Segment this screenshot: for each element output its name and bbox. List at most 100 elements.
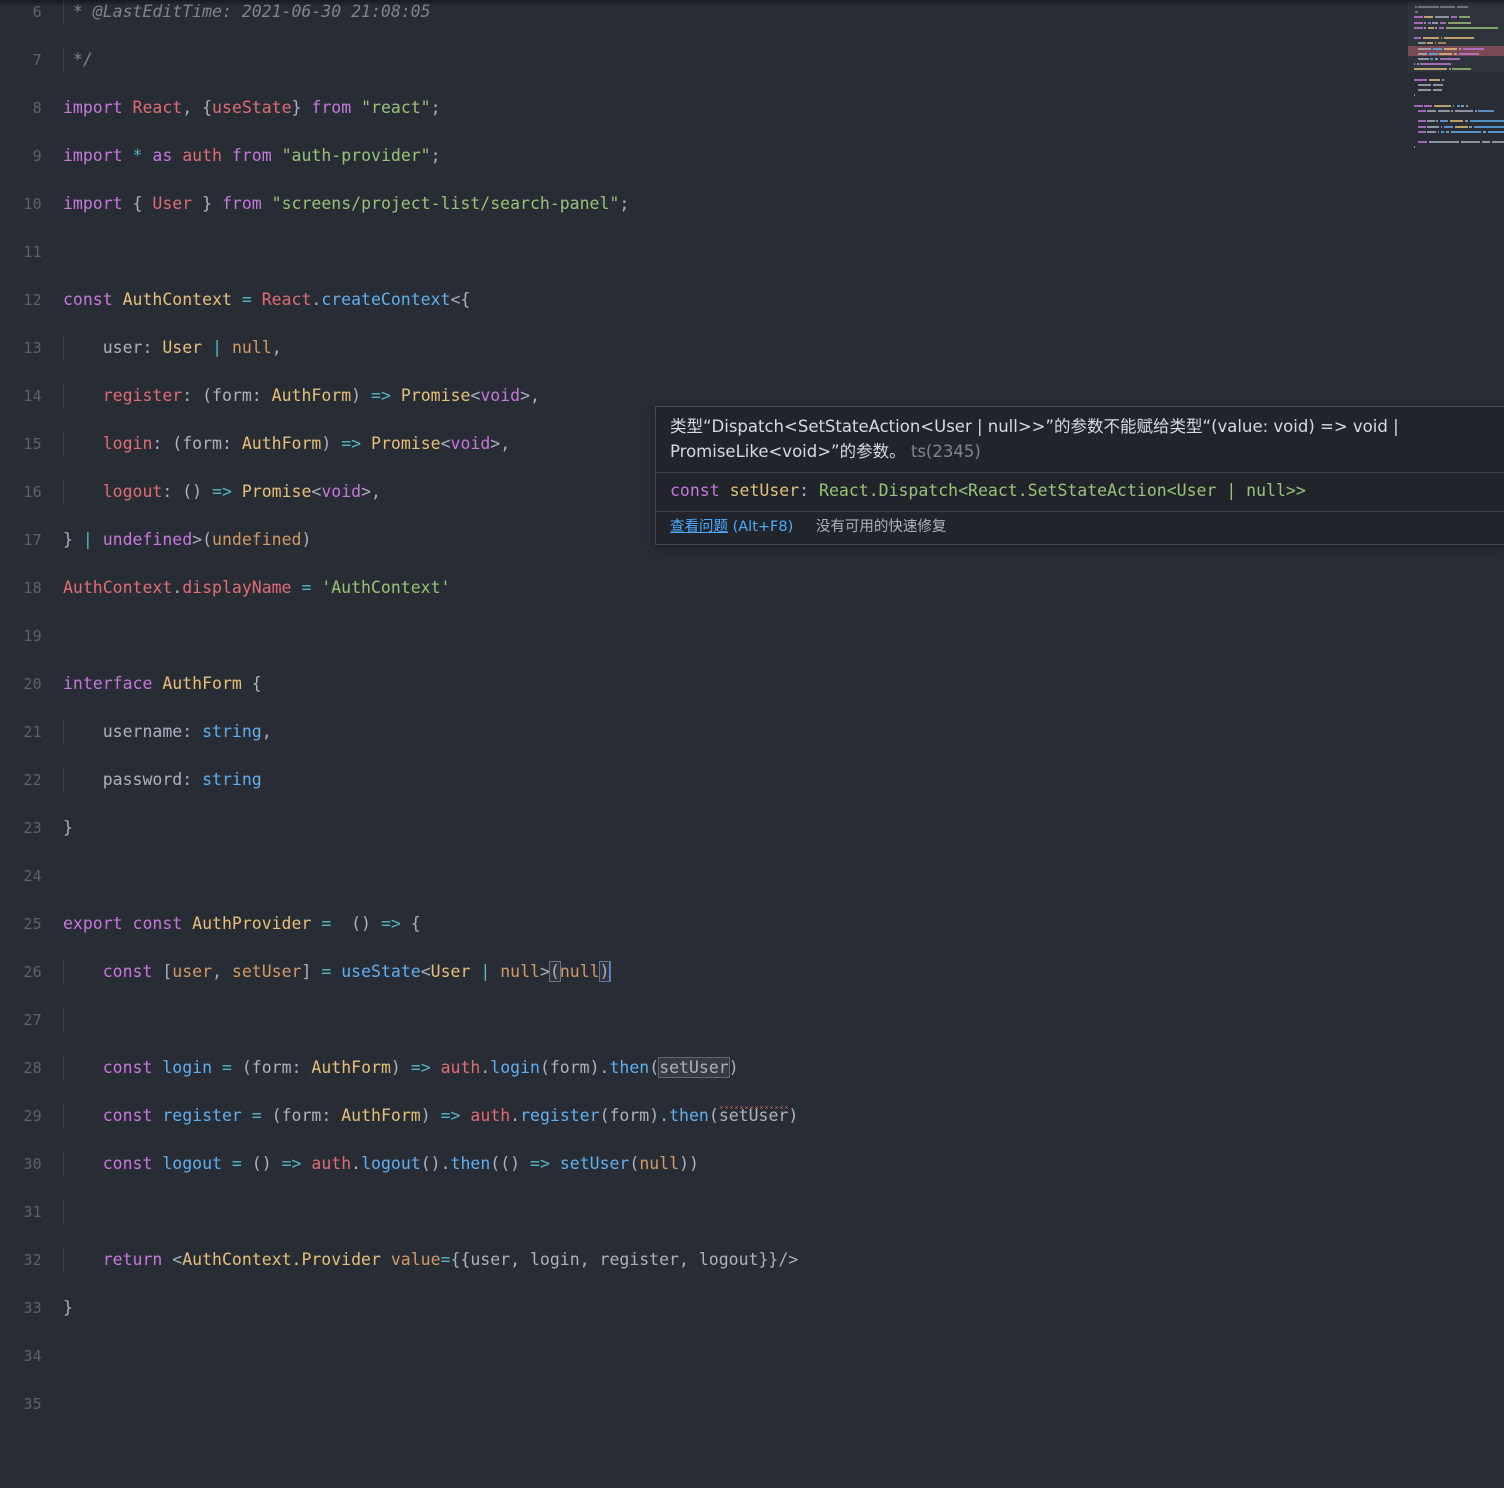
tooltip-message: 类型“Dispatch<SetStateAction<User | null>>…: [656, 407, 1504, 472]
line-number: 27: [23, 1011, 42, 1029]
code-line[interactable]: 7 */: [0, 48, 1504, 72]
line-number: 18: [23, 579, 42, 597]
code-line-active[interactable]: 26 const [user, setUser] = useState<User…: [0, 960, 1504, 984]
code-line[interactable]: 33 }: [0, 1296, 1504, 1320]
code-line[interactable]: 29 const register = (form: AuthForm) => …: [0, 1104, 1504, 1128]
line-content: import React, {useState} from "react";: [63, 98, 441, 117]
line-content: }: [63, 1298, 73, 1317]
code-line[interactable]: 14 register: (form: AuthForm) => Promise…: [0, 384, 1504, 408]
line-content: import * as auth from "auth-provider";: [63, 146, 441, 165]
minimap[interactable]: [1408, 0, 1504, 761]
code-lines-container[interactable]: 6 * @LastEditTime: 2021-06-30 21:08:05 7…: [0, 0, 1504, 1413]
code-line[interactable]: 20 interface AuthForm {: [0, 672, 1504, 696]
line-number: 29: [23, 1107, 42, 1125]
line-number: 11: [23, 243, 42, 261]
view-problem-link[interactable]: 查看问题: [670, 519, 728, 535]
signature-type: React.Dispatch<React.SetStateAction<User…: [819, 481, 1306, 500]
code-line[interactable]: 24: [0, 864, 1504, 888]
line-number: 22: [23, 771, 42, 789]
line-content: register: (form: AuthForm) => Promise<vo…: [102, 386, 540, 405]
code-line[interactable]: 25 export const AuthProvider = () => {: [0, 912, 1504, 936]
line-number: 30: [23, 1155, 42, 1173]
line-content: }: [63, 818, 73, 837]
line-number: 10: [23, 195, 42, 213]
line-content: const [user, setUser] = useState<User | …: [102, 961, 611, 982]
line-content: const AuthContext = React.createContext<…: [63, 290, 471, 309]
code-line[interactable]: 8 import React, {useState} from "react";: [0, 96, 1504, 120]
line-number: 32: [23, 1251, 42, 1269]
line-content: logout: () => Promise<void>,: [102, 482, 381, 501]
code-line[interactable]: 23 }: [0, 816, 1504, 840]
line-number: 34: [23, 1347, 42, 1365]
line-content: */: [63, 50, 93, 69]
line-number: 9: [32, 147, 42, 165]
line-number: 26: [23, 963, 42, 981]
line-number: 28: [23, 1059, 42, 1077]
line-content: const register = (form: AuthForm) => aut…: [102, 1106, 799, 1125]
code-line[interactable]: 10 import { User } from "screens/project…: [0, 192, 1504, 216]
line-number: 14: [23, 387, 42, 405]
line-number: 20: [23, 675, 42, 693]
tooltip-error-code: ts(2345): [910, 442, 981, 461]
code-editor[interactable]: 6 * @LastEditTime: 2021-06-30 21:08:05 7…: [0, 0, 1504, 1413]
code-line[interactable]: 11: [0, 240, 1504, 264]
tooltip-message-text: 类型“Dispatch<SetStateAction<User | null>>…: [670, 417, 1399, 461]
code-line[interactable]: 35: [0, 1392, 1504, 1416]
line-content: interface AuthForm {: [63, 674, 262, 693]
minimap-slider[interactable]: [1408, 0, 1504, 72]
code-line[interactable]: 30 const logout = () => auth.logout().th…: [0, 1152, 1504, 1176]
line-number: 23: [23, 819, 42, 837]
code-line[interactable]: 9 import * as auth from "auth-provider";: [0, 144, 1504, 168]
line-number: 12: [23, 291, 42, 309]
signature-keyword: const: [670, 481, 720, 500]
error-token-setuser[interactable]: setUser: [658, 1057, 730, 1078]
line-number: 8: [32, 99, 42, 117]
tooltip-signature: const setUser: React.Dispatch<React.SetS…: [656, 472, 1504, 511]
no-quickfix-label: 没有可用的快速修复: [815, 519, 947, 535]
code-line[interactable]: 22 password: string: [0, 768, 1504, 792]
code-line[interactable]: 6 * @LastEditTime: 2021-06-30 21:08:05: [0, 0, 1504, 24]
line-number: 19: [23, 627, 42, 645]
line-number: 31: [23, 1203, 42, 1221]
line-number: 25: [23, 915, 42, 933]
view-problem-shortcut: (Alt+F8): [732, 519, 794, 535]
code-line[interactable]: 13 user: User | null,: [0, 336, 1504, 360]
code-line[interactable]: 31: [0, 1200, 1504, 1224]
line-number: 7: [32, 51, 42, 69]
code-line[interactable]: 34: [0, 1344, 1504, 1368]
line-number: 24: [23, 867, 42, 885]
line-content: return <AuthContext.Provider value={{use…: [102, 1250, 799, 1269]
line-number: 21: [23, 723, 42, 741]
line-content: user: User | null,: [102, 338, 282, 357]
indent-guide: [63, 1008, 64, 1032]
line-number: 33: [23, 1299, 42, 1317]
error-token-setuser[interactable]: setUser: [718, 1106, 789, 1125]
code-line[interactable]: 12 const AuthContext = React.createConte…: [0, 288, 1504, 312]
line-content: password: string: [102, 770, 262, 789]
code-line[interactable]: 21 username: string,: [0, 720, 1504, 744]
line-number: 15: [23, 435, 42, 453]
hover-tooltip[interactable]: 类型“Dispatch<SetStateAction<User | null>>…: [655, 406, 1504, 545]
line-content: username: string,: [102, 722, 272, 741]
line-number: 6: [32, 3, 42, 21]
tooltip-actions[interactable]: 查看问题 (Alt+F8) 没有可用的快速修复: [656, 511, 1504, 544]
code-line[interactable]: 28 const login = (form: AuthForm) => aut…: [0, 1056, 1504, 1080]
code-line[interactable]: 19: [0, 624, 1504, 648]
line-content: const login = (form: AuthForm) => auth.l…: [102, 1057, 739, 1078]
text-cursor: [608, 962, 611, 981]
line-content: export const AuthProvider = () => {: [63, 914, 421, 933]
code-line[interactable]: 27: [0, 1008, 1504, 1032]
matching-bracket-open: (: [548, 961, 561, 982]
line-content: * @LastEditTime: 2021-06-30 21:08:05: [63, 2, 431, 21]
line-number: 16: [23, 483, 42, 501]
line-content: const logout = () => auth.logout().then(…: [102, 1154, 699, 1173]
line-content: } | undefined>(undefined): [63, 530, 312, 549]
line-number: 35: [23, 1395, 42, 1413]
code-line[interactable]: 18 AuthContext.displayName = 'AuthContex…: [0, 576, 1504, 600]
line-number: 17: [23, 531, 42, 549]
code-line[interactable]: 32 return <AuthContext.Provider value={{…: [0, 1248, 1504, 1272]
signature-name: setUser: [729, 481, 800, 500]
line-content: import { User } from "screens/project-li…: [63, 194, 630, 213]
indent-guide: [63, 1200, 64, 1224]
line-content: login: (form: AuthForm) => Promise<void>…: [102, 434, 511, 453]
